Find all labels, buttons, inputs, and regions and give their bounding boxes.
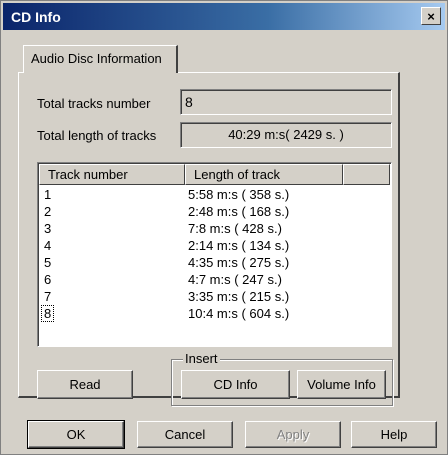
total-length-field: 40:29 m:s( 2429 s. ) <box>180 122 392 148</box>
track-list-header: Track number Length of track <box>39 164 390 185</box>
insert-group-label: Insert <box>183 351 220 366</box>
apply-button-label: Apply <box>276 427 310 442</box>
track-number: 8 <box>41 305 55 322</box>
column-header-track-number[interactable]: Track number <box>39 164 185 185</box>
total-tracks-value: 8 <box>185 94 193 110</box>
read-button-label: Read <box>69 377 101 392</box>
track-number: 5 <box>44 255 52 270</box>
volume-info-button-label: Volume Info <box>307 377 376 392</box>
table-row[interactable]: 5 4:35 m:s ( 275 s.) <box>39 254 390 271</box>
volume-info-button[interactable]: Volume Info <box>297 370 386 399</box>
track-number: 2 <box>44 204 52 219</box>
column-header-extra[interactable] <box>343 164 390 185</box>
cancel-button[interactable]: Cancel <box>137 421 233 448</box>
track-length: 4:7 m:s ( 247 s.) <box>188 272 282 287</box>
track-number-cell: 8 <box>39 305 185 322</box>
track-length: 2:14 m:s ( 134 s.) <box>188 238 290 253</box>
ok-button[interactable]: OK <box>27 420 125 449</box>
help-button[interactable]: Help <box>351 421 437 448</box>
table-row[interactable]: 2 2:48 m:s ( 168 s.) <box>39 203 390 220</box>
track-length: 7:8 m:s ( 428 s.) <box>188 221 282 236</box>
track-length: 5:58 m:s ( 358 s.) <box>188 187 290 202</box>
table-row[interactable]: 4 2:14 m:s ( 134 s.) <box>39 237 390 254</box>
track-length: 3:35 m:s ( 215 s.) <box>188 289 290 304</box>
close-button[interactable]: × <box>421 7 441 25</box>
total-tracks-label: Total tracks number <box>37 96 151 111</box>
tab-audio-disc-information[interactable]: Audio Disc Information <box>23 45 178 73</box>
table-row[interactable]: 1 5:58 m:s ( 358 s.) <box>39 186 390 203</box>
track-number: 6 <box>44 272 52 287</box>
apply-button[interactable]: Apply <box>245 421 341 448</box>
track-number: 4 <box>44 238 52 253</box>
table-row-focused[interactable]: 8 10:4 m:s ( 604 s.) <box>39 305 390 322</box>
column-header-length-of-track[interactable]: Length of track <box>185 164 343 185</box>
total-length-label: Total length of tracks <box>37 128 157 143</box>
track-length: 10:4 m:s ( 604 s.) <box>188 306 290 321</box>
table-row[interactable]: 7 3:35 m:s ( 215 s.) <box>39 288 390 305</box>
cd-info-dialog: CD Info × Audio Disc Information Total t… <box>0 0 448 455</box>
help-button-label: Help <box>380 427 408 442</box>
total-tracks-field: 8 <box>180 89 392 115</box>
cd-info-button-label: CD Info <box>213 377 258 392</box>
track-number: 7 <box>44 289 52 304</box>
track-length: 2:48 m:s ( 168 s.) <box>188 204 290 219</box>
track-number: 1 <box>44 187 52 202</box>
table-row[interactable]: 3 7:8 m:s ( 428 s.) <box>39 220 390 237</box>
window-title: CD Info <box>11 8 61 25</box>
tab-label: Audio Disc Information <box>31 51 162 66</box>
track-length: 4:35 m:s ( 275 s.) <box>188 255 290 270</box>
title-bar[interactable]: CD Info × <box>3 3 445 30</box>
cancel-button-label: Cancel <box>164 427 206 442</box>
close-icon: × <box>427 8 435 24</box>
cd-info-button[interactable]: CD Info <box>181 370 290 399</box>
track-number: 3 <box>44 221 52 236</box>
ok-button-label: OK <box>66 427 86 442</box>
read-button[interactable]: Read <box>37 370 133 399</box>
table-row[interactable]: 6 4:7 m:s ( 247 s.) <box>39 271 390 288</box>
track-list[interactable]: Track number Length of track 1 5:58 m:s (… <box>37 162 392 347</box>
total-length-value: 40:29 m:s( 2429 s. ) <box>228 127 344 142</box>
track-rows: 1 5:58 m:s ( 358 s.) 2 2:48 m:s ( 168 s.) … <box>39 186 390 322</box>
